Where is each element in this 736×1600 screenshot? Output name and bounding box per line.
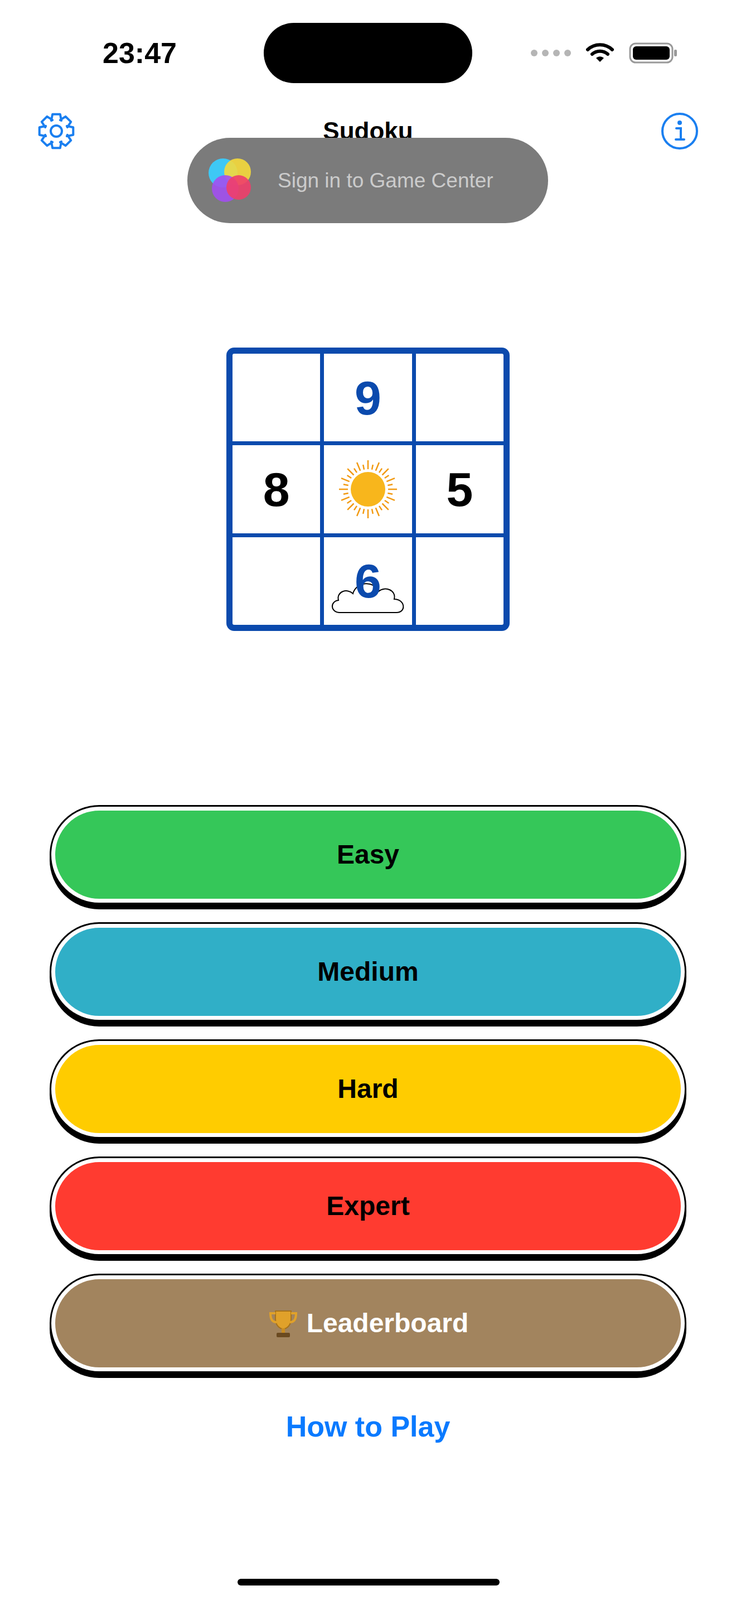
trophy-icon — [267, 1306, 299, 1339]
difficulty-button[interactable]: Easy — [51, 806, 685, 903]
banner-text: Sign in to Game Center — [277, 165, 494, 197]
logo-cell: 9 — [323, 353, 412, 442]
logo-digit: 9 — [354, 373, 382, 422]
signal-dot — [541, 49, 549, 57]
signal-icon — [530, 49, 571, 57]
status-bar: 23:47 — [0, 0, 736, 106]
logo-cell: 6 — [323, 536, 412, 625]
button-label: Hard — [337, 1068, 399, 1109]
info-icon[interactable] — [660, 111, 700, 151]
logo-cell — [232, 353, 321, 442]
gear-icon[interactable] — [36, 111, 76, 151]
logo-digit: 8 — [263, 465, 290, 513]
difficulty-button[interactable]: Expert — [51, 1157, 685, 1254]
sudoku-logo-grid: 9 8 5 6 — [226, 347, 510, 631]
game-center-banner[interactable]: Sign in to Game Center — [187, 137, 549, 224]
home-indicator[interactable] — [237, 1577, 500, 1585]
logo-cell — [232, 536, 321, 625]
status-icons — [472, 41, 736, 65]
logo-digit: 5 — [446, 465, 473, 513]
wifi-icon — [585, 41, 615, 65]
logo-cell — [415, 536, 504, 625]
sun-icon — [334, 455, 402, 523]
logo-cell: 5 — [415, 444, 504, 533]
logo: 9 8 5 6 — [0, 347, 736, 631]
battery-icon — [628, 41, 679, 65]
difficulty-button[interactable]: Medium — [51, 923, 685, 1020]
logo-cell: 8 — [232, 444, 321, 533]
signal-dot — [553, 49, 560, 57]
logo-digit: 6 — [354, 556, 382, 605]
menu-buttons: Easy Medium Hard Expert Leaderboard — [0, 806, 736, 1371]
game-center-icon — [204, 153, 258, 208]
difficulty-button[interactable]: Hard — [51, 1040, 685, 1137]
status-time: 23:47 — [0, 31, 264, 75]
logo-cell — [323, 444, 412, 533]
button-label: Easy — [336, 834, 400, 875]
how-to-play-link[interactable]: How to Play — [286, 1403, 451, 1448]
button-label: Leaderboard — [306, 1302, 469, 1343]
signal-dot — [564, 49, 571, 57]
dynamic-island — [263, 22, 473, 84]
leaderboard-button[interactable]: Leaderboard — [51, 1274, 685, 1371]
logo-cell — [415, 353, 504, 442]
help-row: How to Play — [0, 1403, 736, 1448]
button-label: Expert — [326, 1185, 410, 1226]
button-label: Medium — [317, 951, 419, 992]
signal-dot — [530, 49, 538, 57]
